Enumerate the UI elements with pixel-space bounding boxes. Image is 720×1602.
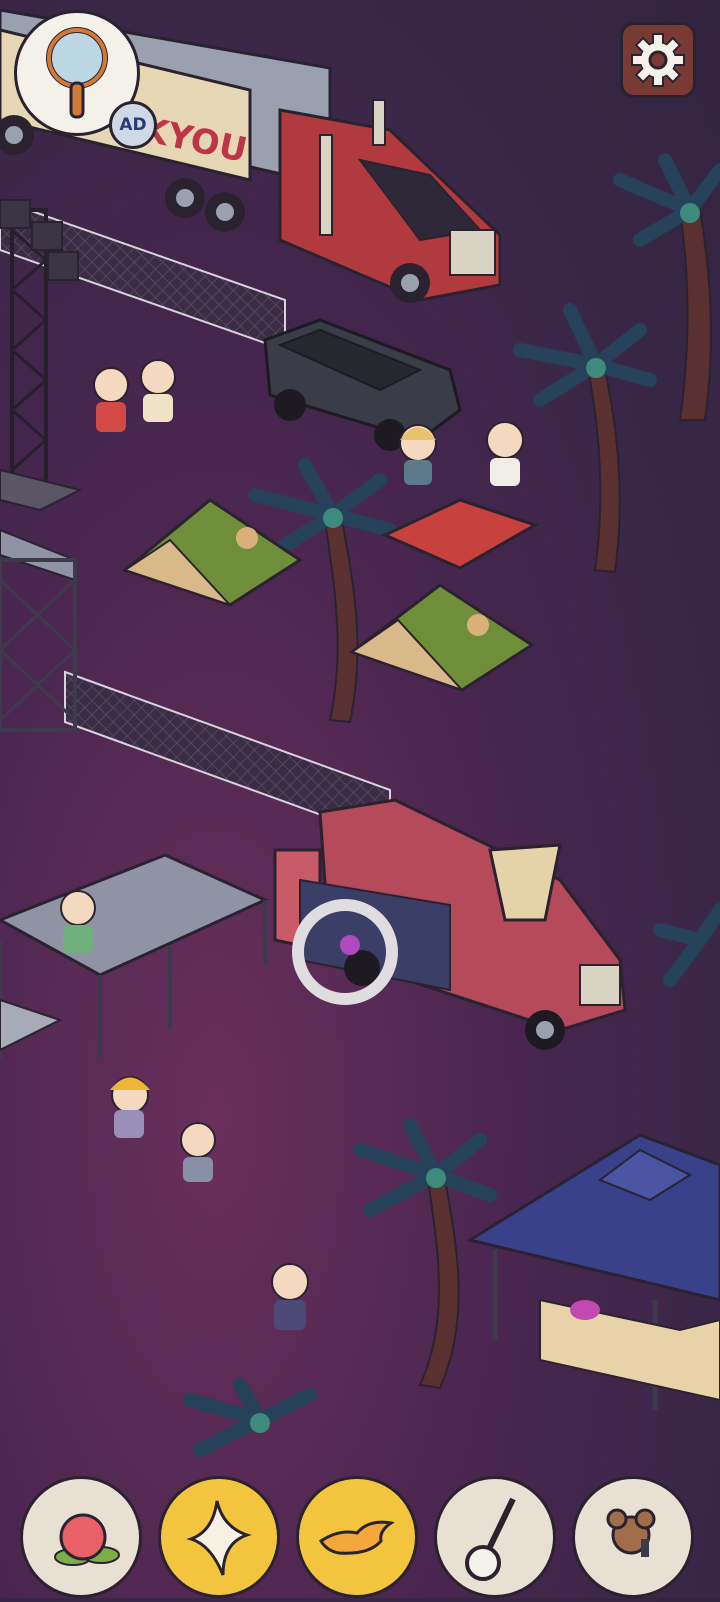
picnic-blanket xyxy=(381,498,539,570)
food-truck xyxy=(273,798,627,1050)
character[interactable] xyxy=(110,1076,150,1138)
item-slot-mouse[interactable] xyxy=(572,1476,694,1598)
settings-button[interactable] xyxy=(620,22,696,98)
item-slot-peach[interactable] xyxy=(20,1476,142,1598)
item-slot-star[interactable] xyxy=(158,1476,280,1598)
banjo-icon xyxy=(465,1497,516,1581)
character[interactable] xyxy=(399,424,437,485)
lamp-icon xyxy=(318,1520,395,1555)
stage-platform xyxy=(0,853,269,1060)
star-icon xyxy=(186,1500,252,1576)
tent xyxy=(121,498,303,607)
mouse-target[interactable] xyxy=(340,935,360,955)
item-slot-lamp[interactable] xyxy=(296,1476,418,1598)
character[interactable] xyxy=(140,359,176,422)
gear-icon xyxy=(631,33,685,87)
scaffolding xyxy=(0,528,77,732)
items-to-find-bar xyxy=(0,1470,720,1598)
character[interactable] xyxy=(93,367,129,432)
game-scene[interactable]: KYOU xyxy=(0,0,720,1598)
item-slot-banjo[interactable] xyxy=(434,1476,556,1598)
palm-tree xyxy=(513,303,657,574)
character[interactable] xyxy=(180,1122,216,1182)
palm-tree xyxy=(183,1378,317,1457)
palm-tree xyxy=(353,1118,497,1390)
festival-map[interactable]: KYOU xyxy=(0,0,720,1598)
character[interactable] xyxy=(486,421,524,486)
ad-badge: AD xyxy=(109,101,157,149)
character[interactable] xyxy=(271,1263,309,1330)
palm-tree xyxy=(248,458,397,724)
hint-button[interactable]: AD xyxy=(14,10,157,149)
mouse-icon xyxy=(606,1508,656,1557)
peach-icon xyxy=(54,1513,120,1566)
palm-tree xyxy=(653,903,720,987)
gazebo-stand xyxy=(466,1133,720,1410)
tent xyxy=(348,583,535,692)
